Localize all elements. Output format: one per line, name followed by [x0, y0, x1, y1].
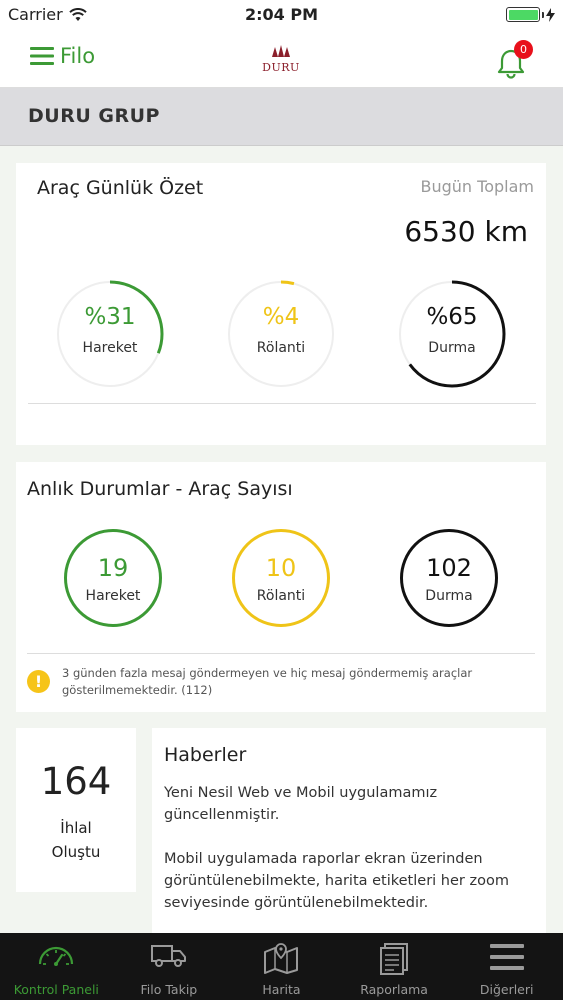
count-value: 10 — [265, 554, 297, 582]
count-label: Rölanti — [256, 588, 306, 604]
gauge-durma: %65 Durma — [396, 278, 508, 390]
news-item: Mobil uygulamada raporlar ekran üzerinde… — [164, 851, 509, 911]
truck-icon — [150, 945, 186, 967]
today-total-label: Bugün Toplam — [420, 177, 534, 196]
notification-badge: 0 — [514, 40, 533, 59]
violations-label-line1: İhlal — [60, 819, 92, 837]
tab-label: Kontrol Paneli — [13, 982, 99, 997]
gauge-label: Hareket — [82, 340, 138, 356]
violations-label-line2: Oluştu — [51, 843, 101, 861]
news-body: Yeni Nesil Web ve Mobil uygulamamız günc… — [164, 782, 534, 936]
tab-label: Raporlama — [360, 982, 428, 997]
charging-icon — [546, 7, 555, 22]
warning-icon: ! — [27, 670, 50, 693]
gauge-rolanti: %4 Rölanti — [225, 278, 337, 390]
map-icon — [264, 943, 299, 974]
gauge-hareket: %31 Hareket — [54, 278, 166, 390]
tab-filo-takip[interactable]: Filo Takip — [113, 933, 226, 1000]
news-item: Yeni Nesil Web ve Mobil uygulamamız günc… — [164, 785, 438, 823]
count-value: 102 — [426, 554, 472, 582]
gauge-value: %31 — [84, 304, 136, 330]
gauge-label: Rölanti — [256, 340, 306, 356]
tab-kontrol-paneli[interactable]: Kontrol Paneli — [0, 933, 113, 1000]
hamburger-icon — [30, 47, 54, 65]
gauge-label: Durma — [428, 340, 476, 356]
status-bar: Carrier 2:04 PM — [0, 0, 563, 30]
speedometer-icon — [39, 946, 74, 966]
count-label: Hareket — [85, 588, 141, 604]
menu-label: Filo — [60, 44, 96, 68]
count-hareket[interactable]: 19 Hareket — [64, 529, 162, 627]
today-total-value: 6530 km — [404, 215, 528, 248]
menu-button[interactable]: Filo — [30, 44, 95, 68]
tab-label: Harita — [262, 982, 301, 997]
report-icon — [380, 943, 409, 975]
divider — [28, 403, 536, 404]
gauge-value: %4 — [262, 304, 300, 330]
logo-text: DURU — [262, 61, 300, 74]
count-durma[interactable]: 102 Durma — [400, 529, 498, 627]
instant-status-title: Anlık Durumlar - Araç Sayısı — [27, 478, 293, 500]
logo-mark-icon — [272, 45, 290, 57]
nav-bar: Filo DURU 0 — [0, 30, 563, 88]
gauge-value: %65 — [426, 304, 478, 330]
daily-summary-card: Araç Günlük Özet Bugün Toplam 6530 km %3… — [16, 163, 546, 445]
notifications-button[interactable]: 0 — [496, 40, 540, 79]
violations-count: 164 — [40, 760, 112, 803]
count-value: 19 — [97, 554, 129, 582]
violations-label: İhlal Oluştu — [16, 816, 136, 864]
battery-icon — [506, 7, 555, 22]
daily-summary-title: Araç Günlük Özet — [37, 177, 204, 199]
tab-digerleri[interactable]: Diğerleri — [450, 933, 563, 1000]
divider — [27, 653, 535, 654]
count-rolanti[interactable]: 10 Rölanti — [232, 529, 330, 627]
company-name: DURU GRUP — [28, 105, 160, 127]
tab-harita[interactable]: Harita — [225, 933, 338, 1000]
tab-bar: Kontrol Paneli Filo Takip Harita Raporla… — [0, 933, 563, 1000]
violations-card[interactable]: 164 İhlal Oluştu — [16, 728, 136, 892]
news-card: Haberler Yeni Nesil Web ve Mobil uygulam… — [152, 728, 546, 933]
menu-icon — [489, 944, 524, 970]
tab-label: Filo Takip — [140, 982, 198, 997]
tab-label: Diğerleri — [479, 982, 534, 997]
news-title: Haberler — [164, 744, 247, 766]
instant-status-card: Anlık Durumlar - Araç Sayısı 19 Hareket … — [16, 462, 546, 712]
tab-raporlama[interactable]: Raporlama — [338, 933, 451, 1000]
company-logo: DURU — [261, 42, 301, 76]
count-label: Durma — [425, 588, 473, 604]
clock: 2:04 PM — [244, 5, 318, 24]
warning-text: 3 günden fazla mesaj göndermeyen ve hiç … — [62, 666, 473, 697]
company-header: DURU GRUP — [0, 88, 563, 146]
